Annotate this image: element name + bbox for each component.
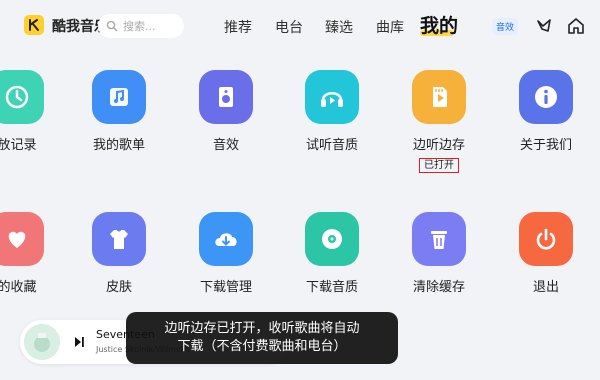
grid-item-label: 音效 [212, 138, 239, 153]
grid-item-label: 关于我们 [519, 138, 572, 153]
tab-recommend[interactable]: 推荐 [224, 17, 252, 37]
app-logo-icon [24, 15, 44, 35]
grid-item-label: 皮肤 [105, 280, 132, 295]
grid-item-label: 放记录 [0, 138, 37, 153]
grid-item-label: 我的歌单 [92, 138, 145, 153]
sound-effect-button[interactable]: 音效 [492, 18, 519, 35]
search-placeholder: 搜索... [123, 20, 156, 33]
toast-line-2: 下载（不含付费歌曲和电台） [177, 339, 347, 354]
grid-item-download-quality[interactable]: 下载音质 [287, 212, 377, 295]
status-badge: 已打开 [419, 158, 459, 173]
grid-item-label: 下载管理 [199, 280, 252, 295]
music-note-icon [92, 70, 146, 124]
tab-select[interactable]: 臻选 [325, 17, 353, 37]
grid-item-label: 清除缓存 [412, 280, 465, 295]
grid-item-my-playlist[interactable]: 我的歌单 [74, 70, 164, 153]
grid-item-trial-quality[interactable]: 试听音质 [287, 70, 377, 153]
sd-card-icon [412, 70, 466, 124]
grid-item-label: 试听音质 [305, 138, 358, 153]
top-bar: 酷我音乐 搜索... 推荐 电台 臻选 曲库 我的 音效 [0, 0, 600, 52]
grid-item-label: 下载音质 [305, 280, 358, 295]
headphones-icon [305, 70, 359, 124]
grid-item-label: 的收藏 [0, 280, 37, 295]
grid-item-label: 边听边存 [412, 138, 465, 153]
toast-line-1: 边听边存已打开，收听歌曲将自动 [164, 321, 360, 336]
home-icon[interactable] [566, 16, 586, 36]
grid-item-listen-save[interactable]: 边听边存 已打开 [394, 70, 484, 173]
toast-message: 边听边存已打开，收听歌曲将自动 下载（不含付费歌曲和电台） [126, 312, 398, 364]
grid-item-about-us[interactable]: 关于我们 [501, 70, 591, 153]
message-icon[interactable] [534, 16, 554, 36]
tab-library[interactable]: 曲库 [376, 17, 404, 37]
clock-icon [0, 70, 44, 124]
grid-item-sound-effect[interactable]: 音效 [181, 70, 271, 153]
grid-item-logout[interactable]: 退出 [501, 212, 591, 295]
grid-item-skin[interactable]: 皮肤 [74, 212, 164, 295]
disc-icon [305, 212, 359, 266]
speaker-icon [199, 70, 253, 124]
search-icon [106, 20, 118, 32]
grid-item-history[interactable]: 放记录 [0, 70, 62, 153]
tab-mine[interactable]: 我的 [420, 11, 458, 38]
grid-item-download-manager[interactable]: 下载管理 [181, 212, 271, 295]
grid-item-favorites[interactable]: 的收藏 [0, 212, 62, 295]
trash-icon [412, 212, 466, 266]
play-pause-icon[interactable] [72, 335, 86, 349]
info-icon [519, 70, 573, 124]
tshirt-icon [92, 212, 146, 266]
heart-icon [0, 212, 44, 266]
cloud-download-icon [199, 212, 253, 266]
tab-radio[interactable]: 电台 [275, 17, 303, 37]
search-box[interactable]: 搜索... [98, 14, 184, 38]
grid-item-label: 退出 [532, 280, 559, 295]
power-icon [519, 212, 573, 266]
album-cover[interactable] [24, 324, 60, 360]
grid-item-clear-cache[interactable]: 清除缓存 [394, 212, 484, 295]
